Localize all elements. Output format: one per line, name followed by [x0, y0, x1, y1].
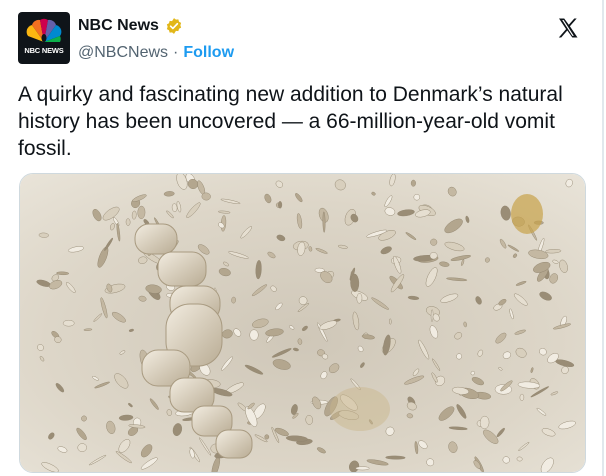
fossil-photo-image — [20, 174, 585, 472]
author-handle-row: @NBCNews · Follow — [78, 44, 234, 62]
fossil-fragment — [355, 466, 370, 471]
fossil-fragment — [62, 319, 75, 327]
nbc-news-avatar[interactable]: NBC NEWS — [18, 12, 70, 64]
fossil-fragment — [385, 455, 406, 460]
fossil-fragment — [410, 179, 416, 187]
nbc-peacock-icon — [26, 18, 62, 42]
tweet-card: NBC NEWS NBC News @NBCNews · Follow A qu… — [0, 0, 604, 476]
verified-badge-icon — [166, 18, 182, 34]
author-handle[interactable]: @NBCNews — [78, 44, 168, 62]
tweet-text: A quirky and fascinating new addition to… — [18, 83, 563, 160]
separator-dot: · — [173, 44, 179, 61]
fossil-fragment — [249, 329, 259, 341]
author-name[interactable]: NBC News — [78, 17, 159, 35]
fossil-fragment — [389, 318, 392, 325]
avatar-wordmark: NBC NEWS — [24, 46, 64, 55]
fossil-fragment — [231, 296, 236, 304]
fossil-fragment — [356, 293, 363, 304]
tweet-media-photo[interactable] — [19, 173, 586, 473]
fossil-fragment — [56, 271, 69, 276]
fossil-fragment — [322, 211, 326, 233]
fossil-fragment — [429, 252, 438, 260]
author-name-row: NBC News — [78, 17, 183, 35]
follow-button[interactable]: Follow — [183, 44, 234, 62]
fossil-fragment — [519, 393, 525, 401]
fossil-fragment — [479, 415, 490, 430]
fossil-fragment — [137, 205, 146, 219]
fossil-fragment — [131, 210, 137, 220]
fossil-fragment — [125, 218, 131, 226]
x-logo-icon[interactable] — [556, 16, 580, 40]
fossil-fragment — [278, 201, 283, 209]
fossil-fragment — [38, 232, 49, 238]
